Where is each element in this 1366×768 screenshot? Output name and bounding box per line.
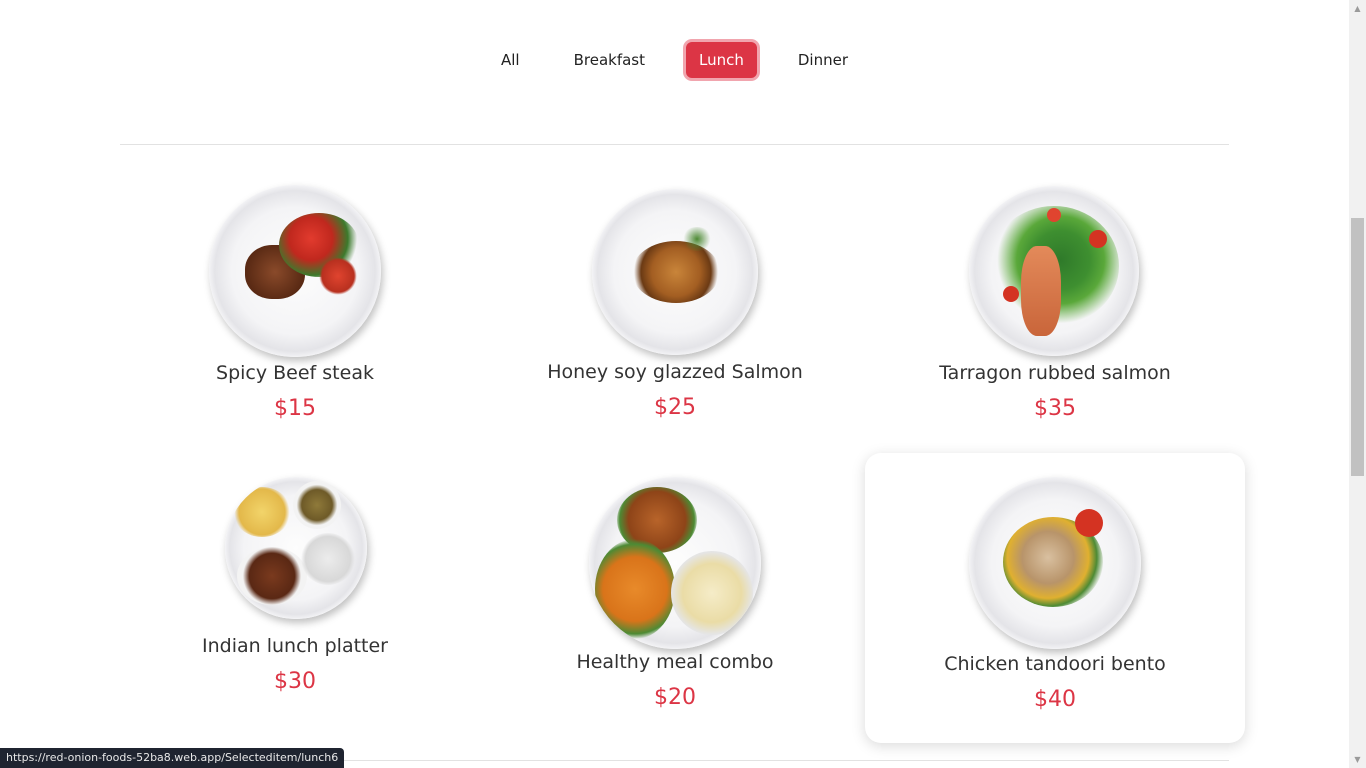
scrollbar-thumb[interactable]	[1351, 218, 1364, 476]
tab-dinner[interactable]: Dinner	[785, 42, 861, 78]
tab-breakfast[interactable]: Breakfast	[561, 42, 658, 78]
item-name: Healthy meal combo	[576, 651, 774, 673]
menu-card-chicken-tandoori-bento[interactable]: Chicken tandoori bento $40	[865, 453, 1245, 743]
item-name: Spicy Beef steak	[216, 362, 374, 384]
menu-card-indian-lunch-platter[interactable]: Indian lunch platter $30	[105, 455, 485, 745]
food-image	[969, 186, 1139, 356]
food-image	[969, 477, 1141, 649]
browser-status-url: https://red-onion-foods-52ba8.web.app/Se…	[0, 748, 345, 768]
item-name: Chicken tandoori bento	[944, 653, 1166, 675]
item-price: $15	[274, 396, 316, 421]
food-image	[592, 189, 758, 355]
scrollbar[interactable]: ▲ ▼	[1349, 0, 1366, 768]
menu-card-honey-soy-glazzed-salmon[interactable]: Honey soy glazzed Salmon $25	[485, 170, 865, 440]
item-price: $25	[654, 395, 696, 420]
menu-card-healthy-meal-combo[interactable]: Healthy meal combo $20	[485, 455, 865, 745]
scroll-up-arrow-icon[interactable]: ▲	[1349, 0, 1366, 17]
menu-card-spicy-beef-steak[interactable]: Spicy Beef steak $15	[105, 170, 485, 440]
item-name: Tarragon rubbed salmon	[939, 362, 1171, 384]
category-tabs: All Breakfast Lunch Dinner	[0, 42, 1349, 78]
scroll-down-arrow-icon[interactable]: ▼	[1349, 751, 1366, 768]
item-name: Indian lunch platter	[202, 635, 388, 657]
item-name: Honey soy glazzed Salmon	[547, 361, 803, 383]
item-price: $35	[1034, 396, 1076, 421]
item-price: $40	[1034, 687, 1076, 712]
top-divider	[120, 144, 1229, 145]
tab-all[interactable]: All	[488, 42, 533, 78]
food-image	[225, 477, 367, 619]
item-price: $20	[654, 685, 696, 710]
food-image	[589, 477, 761, 649]
menu-card-tarragon-rubbed-salmon[interactable]: Tarragon rubbed salmon $35	[865, 170, 1245, 440]
item-price: $30	[274, 669, 316, 694]
tab-lunch[interactable]: Lunch	[686, 42, 757, 78]
food-image	[209, 185, 381, 357]
